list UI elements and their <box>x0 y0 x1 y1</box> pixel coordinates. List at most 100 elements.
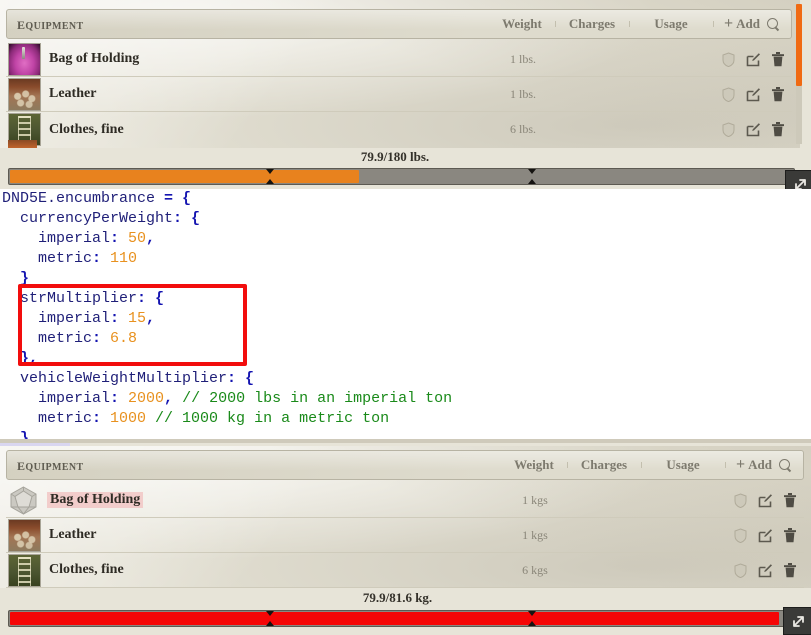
add-item-button[interactable]: + Add <box>725 457 803 473</box>
edit-icon[interactable] <box>746 122 761 137</box>
code-token: imperial <box>38 390 111 407</box>
code-editor[interactable]: DND5E.encumbrance = {currencyPerWeight: … <box>0 189 811 443</box>
column-header-charges: Charges <box>555 16 629 32</box>
table-row[interactable]: Leather 1 lbs. <box>6 77 792 112</box>
code-token: 15 <box>128 310 147 327</box>
search-icon[interactable] <box>778 458 792 472</box>
code-line[interactable]: imperial: 2000, // 2000 lbs in an imperi… <box>0 389 811 409</box>
code-token: metric <box>38 410 93 427</box>
code-token: : <box>92 330 111 347</box>
code-line[interactable]: } <box>0 269 811 289</box>
delete-icon[interactable] <box>772 86 784 102</box>
edit-icon[interactable] <box>746 52 761 67</box>
code-token: vehicleWeightMultiplier <box>20 370 228 387</box>
shield-icon[interactable] <box>722 122 735 137</box>
delete-icon[interactable] <box>784 527 796 543</box>
row-actions <box>714 51 792 67</box>
delete-icon[interactable] <box>772 122 784 137</box>
shield-icon[interactable] <box>734 527 747 543</box>
encumbrance-fill <box>10 612 779 625</box>
edit-icon[interactable] <box>758 563 773 578</box>
code-token: : { <box>137 290 165 307</box>
code-token: : <box>110 230 129 247</box>
code-token: : { <box>227 370 255 387</box>
item-weight: 1 kgs <box>522 492 548 507</box>
table-row[interactable]: Leather 1 kgs <box>6 518 804 553</box>
shield-icon[interactable] <box>734 492 747 508</box>
encumbrance-meter-bottom: 79.9/81.6 kg. <box>0 588 811 627</box>
code-line[interactable]: metric: 6.8 <box>0 329 811 349</box>
table-row[interactable]: Bag of Holding 1 lbs. <box>6 42 792 77</box>
delete-icon[interactable] <box>784 492 796 508</box>
panel-title: Equipment <box>17 14 84 33</box>
leather-armor-thumbnail <box>8 77 41 111</box>
code-token: metric <box>38 250 93 267</box>
code-line[interactable]: }, <box>0 349 811 369</box>
code-line[interactable]: vehicleWeightMultiplier: { <box>0 369 811 389</box>
row-actions <box>726 492 804 508</box>
code-token: } <box>20 270 30 287</box>
shield-icon[interactable] <box>734 562 747 578</box>
code-line[interactable]: imperial: 50, <box>0 229 811 249</box>
code-token: , <box>146 310 156 327</box>
add-item-button[interactable]: + Add <box>713 16 791 32</box>
add-button-label: Add <box>736 16 760 31</box>
code-token: , <box>146 230 156 247</box>
code-line[interactable]: strMultiplier: { <box>0 289 811 309</box>
encumbrance-label: 79.9/180 lbs. <box>360 149 430 164</box>
edit-icon[interactable] <box>758 528 773 543</box>
shield-icon[interactable] <box>722 51 735 67</box>
code-token: : <box>92 250 111 267</box>
add-button-label: Add <box>748 457 772 472</box>
delete-icon[interactable] <box>772 51 784 67</box>
encumbrance-fill <box>10 170 359 183</box>
table-row[interactable]: Bag of Holding 1 kgs <box>6 483 804 518</box>
code-line[interactable]: metric: 110 <box>0 249 811 269</box>
column-header-charges: Charges <box>567 457 641 473</box>
row-actions <box>726 562 804 578</box>
code-token: 6.8 <box>110 330 138 347</box>
code-token: 110 <box>110 250 138 267</box>
table-row[interactable]: Clothes, fine 6 lbs. <box>6 112 792 147</box>
code-line[interactable]: metric: 1000 // 1000 kg in a metric ton <box>0 409 811 429</box>
code-token: strMultiplier <box>20 290 138 307</box>
code-token: imperial <box>38 230 111 247</box>
item-name[interactable]: Leather <box>49 527 96 543</box>
item-weight: 6 kgs <box>522 562 548 577</box>
item-name[interactable]: Bag of Holding <box>47 492 144 508</box>
column-header-weight: Weight <box>502 16 542 31</box>
item-name[interactable]: Leather <box>49 86 96 102</box>
table-row[interactable]: Clothes, fine 6 kgs <box>6 553 804 588</box>
code-token: metric <box>38 330 93 347</box>
item-weight: 1 lbs. <box>509 51 536 66</box>
edit-icon[interactable] <box>758 493 773 508</box>
code-line[interactable]: currencyPerWeight: { <box>0 209 811 229</box>
code-token: : { <box>173 210 201 227</box>
column-header-weight: Weight <box>514 457 554 472</box>
vertical-scrollbar[interactable] <box>796 4 802 86</box>
item-name[interactable]: Bag of Holding <box>49 51 139 67</box>
item-name[interactable]: Clothes, fine <box>49 562 124 578</box>
column-header-usage: Usage <box>629 16 713 32</box>
edit-icon[interactable] <box>746 87 761 102</box>
code-token: imperial <box>38 310 111 327</box>
equipment-header-bottom: Equipment Weight Charges Usage + Add <box>6 450 804 480</box>
encumbrance-meter-top: 79.9/180 lbs. <box>0 148 811 185</box>
column-header-usage: Usage <box>641 457 725 473</box>
code-line[interactable]: imperial: 15, <box>0 309 811 329</box>
code-editor-bottom-edge <box>0 439 811 443</box>
search-icon[interactable] <box>766 17 780 31</box>
item-name[interactable]: Clothes, fine <box>49 122 124 138</box>
vertical-scrollbar-track[interactable] <box>796 86 802 144</box>
delete-icon[interactable] <box>784 562 796 578</box>
leather-armor-thumbnail <box>8 518 41 552</box>
plus-icon: + <box>736 456 746 473</box>
resize-handle-bottom[interactable] <box>783 607 811 635</box>
code-token: 2000 <box>128 390 165 407</box>
row-actions <box>714 122 792 137</box>
code-token: currencyPerWeight <box>20 210 174 227</box>
shield-icon[interactable] <box>722 86 735 102</box>
bag-of-holding-thumbnail <box>8 42 41 76</box>
code-line[interactable]: DND5E.encumbrance = { <box>0 189 811 209</box>
resize-handle-icon <box>792 615 804 627</box>
